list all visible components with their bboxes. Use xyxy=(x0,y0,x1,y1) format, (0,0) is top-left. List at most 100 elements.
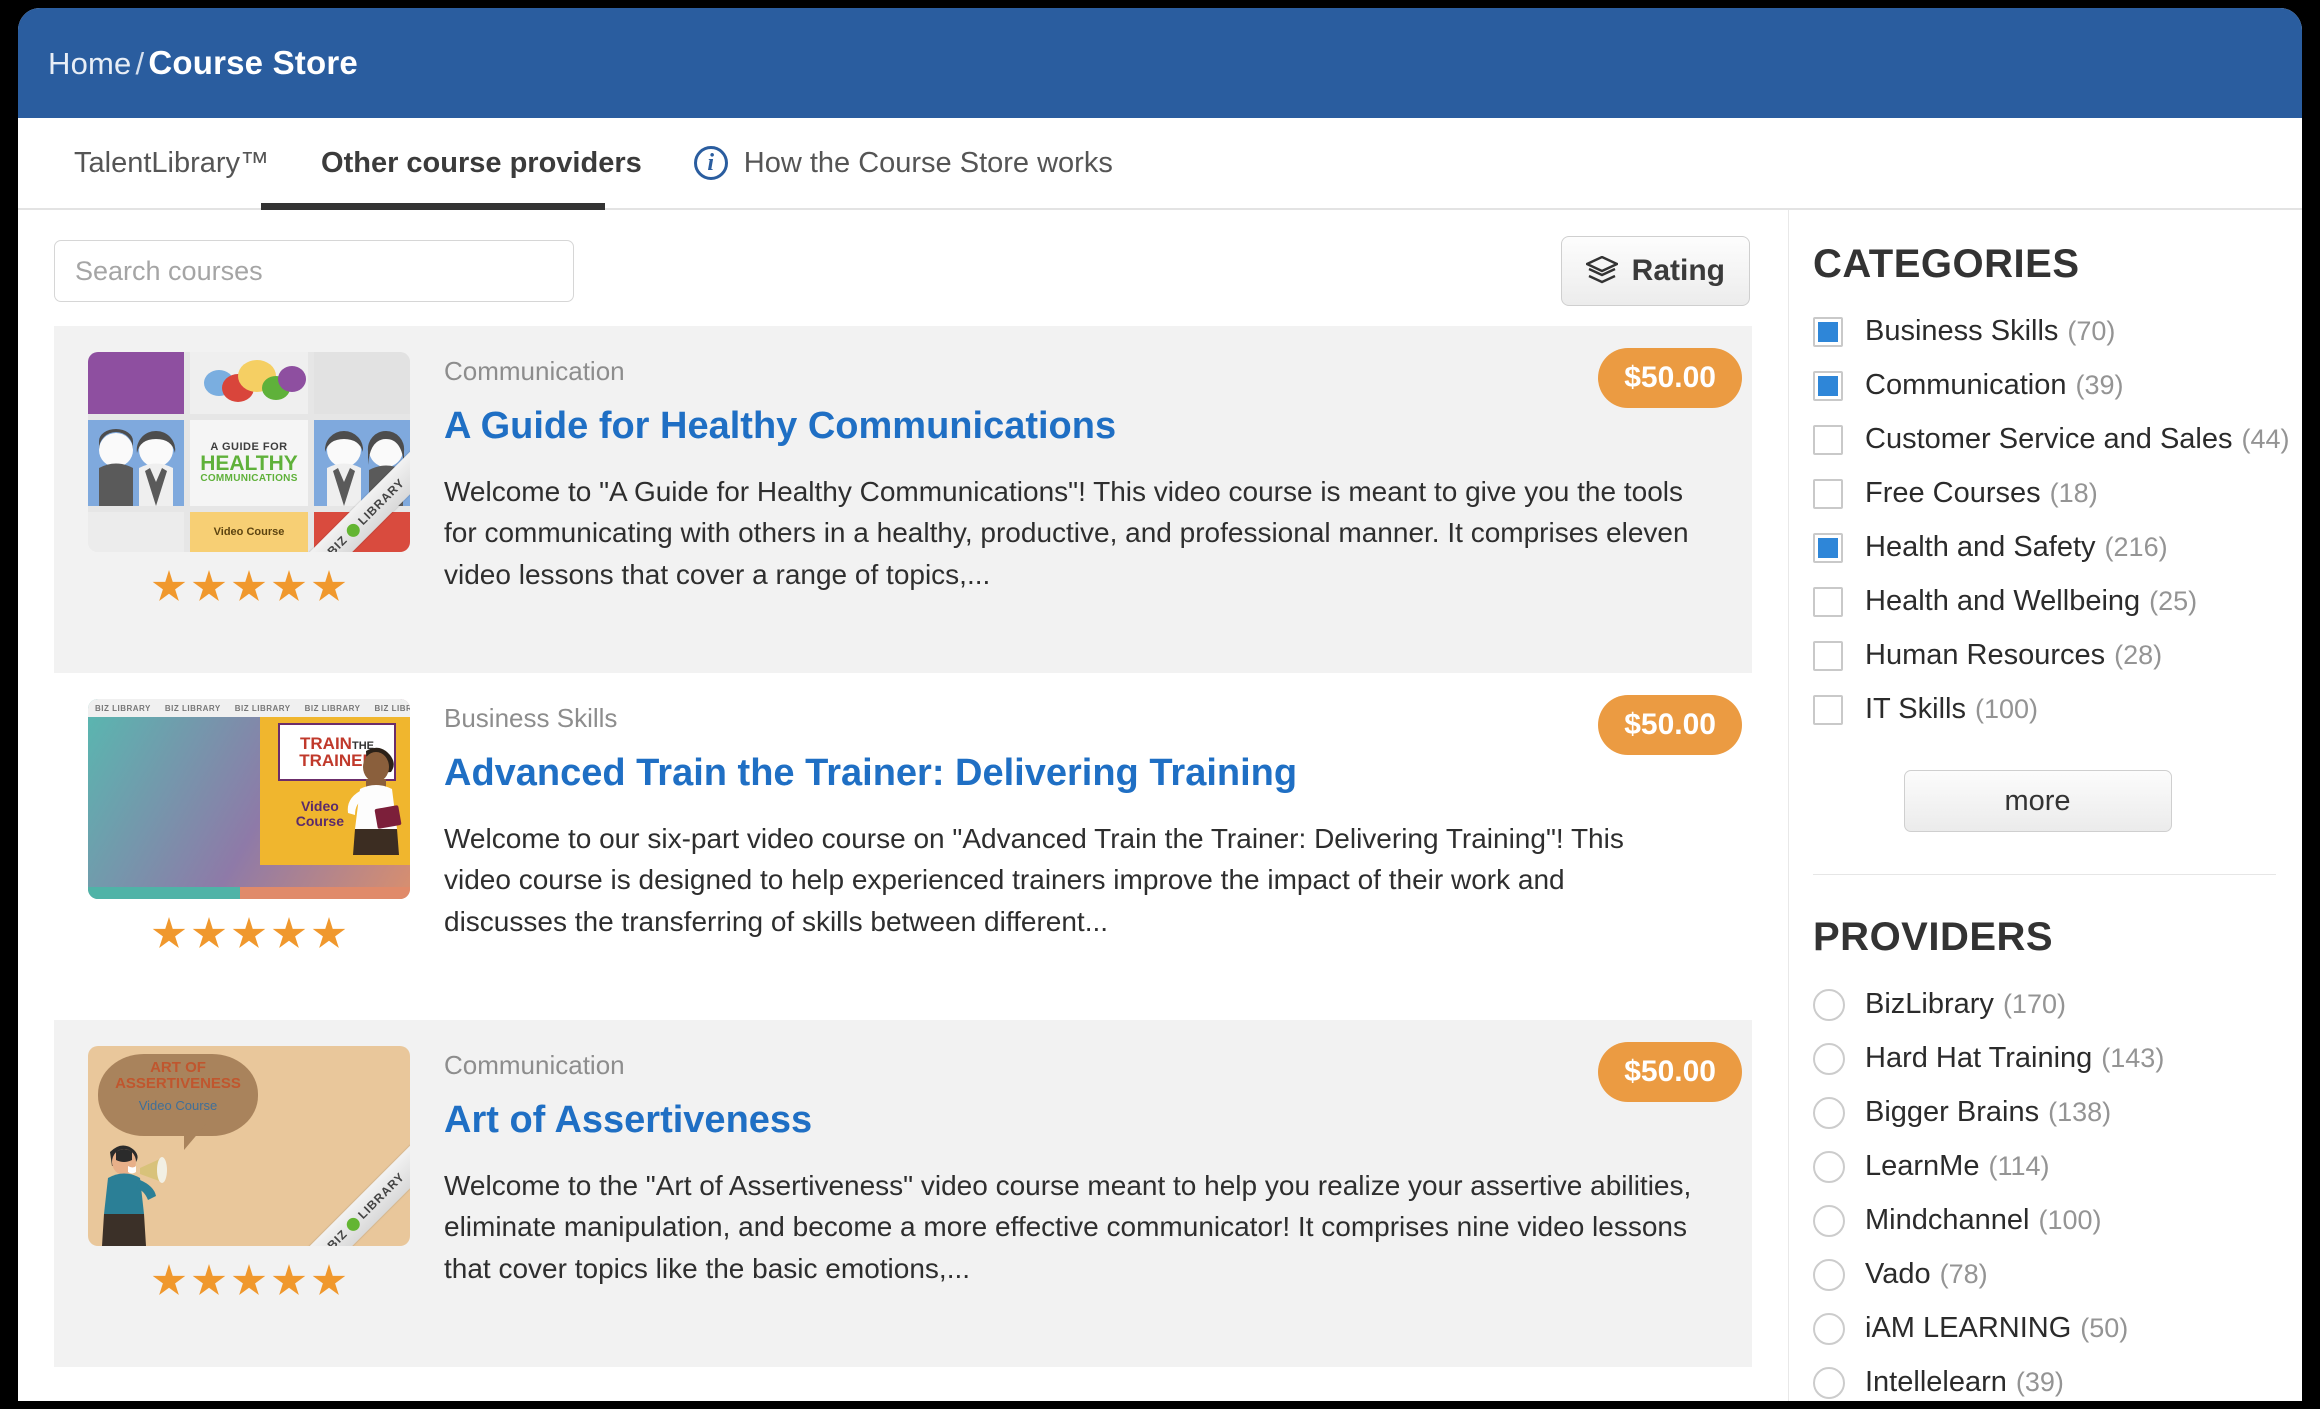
tab-bar: TalentLibrary™ Other course providers i … xyxy=(18,118,2302,210)
course-title-link[interactable]: Advanced Train the Trainer: Delivering T… xyxy=(444,752,1722,796)
radio-icon[interactable] xyxy=(1813,1258,1845,1291)
checkbox-icon[interactable] xyxy=(1813,424,1843,455)
page-header: Home / Course Store xyxy=(18,8,2302,118)
category-label: Business Skills xyxy=(1865,315,2059,347)
course-thumbnail-column: BIZ LIBRARY BIZ LIBRARY BIZ LIBRARY BIZ … xyxy=(54,699,444,990)
sort-rating-button[interactable]: Rating xyxy=(1560,236,1750,306)
checkbox-icon[interactable] xyxy=(1813,586,1843,617)
tab-how-the-course-store-works[interactable]: i How the Course Store works xyxy=(668,117,1139,209)
course-thumbnail-image: A GUIDE FOR HEALTHY COMMUNICATIONS Video… xyxy=(88,352,410,552)
tab-how-it-works-label: How the Course Store works xyxy=(743,146,1113,179)
tab-other-course-providers[interactable]: Other course providers xyxy=(295,117,668,209)
category-count: (25) xyxy=(2149,586,2198,616)
category-count: (70) xyxy=(2067,316,2116,346)
thumb-heading-line2: HEALTHY xyxy=(200,452,298,475)
band-text: BIZ LIBRARY xyxy=(234,703,291,713)
course-title-link[interactable]: A Guide for Healthy Communications xyxy=(444,405,1722,449)
checkbox-icon[interactable] xyxy=(1813,370,1843,401)
provider-item-iam-learning[interactable]: iAM LEARNING (50) xyxy=(1813,1312,2302,1345)
rating-stars xyxy=(149,570,349,604)
course-description: Welcome to "A Guide for Healthy Communic… xyxy=(444,475,1689,590)
course-info: Communication Art of Assertiveness Welco… xyxy=(444,1042,1752,1337)
thumb-heading: ART OF ASSERTIVENESS Video Course xyxy=(102,1060,254,1112)
category-item-health-and-wellbeing[interactable]: Health and Wellbeing (25) xyxy=(1813,585,2302,618)
category-item-it-skills[interactable]: IT Skills (100) xyxy=(1813,693,2302,726)
provider-label: Mindchannel xyxy=(1865,1204,2030,1236)
breadcrumb-home[interactable]: Home xyxy=(48,46,132,81)
breadcrumb-current: Course Store xyxy=(148,44,358,81)
radio-icon[interactable] xyxy=(1813,1204,1845,1237)
more-categories-button[interactable]: more xyxy=(1903,770,2172,832)
people-illustration-icon xyxy=(99,429,176,506)
tab-talentlibrary-label: TalentLibrary™ xyxy=(74,146,270,179)
toolbar: Rating xyxy=(18,210,1788,306)
provider-count: (170) xyxy=(2002,989,2066,1019)
provider-item-bigger-brains[interactable]: Bigger Brains (138) xyxy=(1813,1096,2302,1129)
search-input[interactable] xyxy=(54,240,574,302)
checkbox-icon[interactable] xyxy=(1813,694,1843,725)
radio-icon[interactable] xyxy=(1813,1366,1845,1399)
checkbox-icon[interactable] xyxy=(1813,532,1843,563)
active-tab-underline xyxy=(261,203,605,210)
play-dot-icon xyxy=(343,1215,362,1234)
checkbox-icon[interactable] xyxy=(1813,640,1843,671)
provider-item-bizlibrary[interactable]: BizLibrary (170) xyxy=(1813,988,2302,1021)
category-item-human-resources[interactable]: Human Resources (28) xyxy=(1813,639,2302,672)
provider-item-vado[interactable]: Vado (78) xyxy=(1813,1258,2302,1291)
radio-icon[interactable] xyxy=(1813,1042,1845,1075)
category-count: (100) xyxy=(1974,694,2039,724)
course-title-link[interactable]: Art of Assertiveness xyxy=(444,1099,1722,1143)
course-price-badge: $50.00 xyxy=(1598,348,1742,408)
course-thumbnail-column: A GUIDE FOR HEALTHY COMMUNICATIONS Video… xyxy=(54,352,444,643)
provider-item-learnme[interactable]: LearnMe (114) xyxy=(1813,1150,2302,1183)
provider-label: Vado xyxy=(1865,1258,1931,1290)
category-count: (28) xyxy=(2114,640,2163,670)
provider-item-intellelearn[interactable]: Intellelearn (39) xyxy=(1813,1366,2302,1399)
radio-icon[interactable] xyxy=(1813,1312,1845,1345)
band-text: BIZ LIBRARY xyxy=(374,703,411,713)
radio-icon[interactable] xyxy=(1813,1096,1845,1129)
tab-other-course-providers-label: Other course providers xyxy=(321,146,642,179)
checkbox-icon[interactable] xyxy=(1813,316,1843,347)
radio-icon[interactable] xyxy=(1813,1150,1845,1183)
provider-label: Bigger Brains xyxy=(1865,1096,2040,1128)
thumb-video-course-badge: Video Course xyxy=(213,526,285,538)
tab-talentlibrary[interactable]: TalentLibrary™ xyxy=(48,117,295,209)
category-item-health-and-safety[interactable]: Health and Safety (216) xyxy=(1813,531,2302,564)
provider-count: (39) xyxy=(2015,1367,2064,1397)
category-label: Health and Safety xyxy=(1865,531,2096,563)
course-description: Welcome to our six-part video course on … xyxy=(444,822,1624,937)
category-count: (44) xyxy=(2241,424,2290,454)
layers-icon xyxy=(1585,256,1618,284)
category-count: (216) xyxy=(2104,532,2168,562)
course-info: Communication A Guide for Healthy Commun… xyxy=(444,348,1752,643)
band-text: BIZ LIBRARY xyxy=(95,703,151,713)
provider-item-hard-hat-training[interactable]: Hard Hat Training (143) xyxy=(1813,1042,2302,1075)
category-item-business-skills[interactable]: Business Skills (70) xyxy=(1813,315,2302,348)
course-price-badge: $50.00 xyxy=(1598,1042,1742,1102)
category-label: Health and Wellbeing xyxy=(1865,585,2141,617)
category-item-free-courses[interactable]: Free Courses (18) xyxy=(1813,477,2302,510)
ribbon-prefix: BIZ xyxy=(324,532,351,552)
play-dot-icon xyxy=(343,521,362,540)
checkbox-icon[interactable] xyxy=(1813,478,1843,509)
category-item-communication[interactable]: Communication (39) xyxy=(1813,369,2302,402)
course-thumbnail-image: ART OF ASSERTIVENESS Video Course BIZ LI… xyxy=(88,1046,410,1246)
breadcrumb: Home / Course Store xyxy=(48,44,358,82)
provider-item-mindchannel[interactable]: Mindchannel (100) xyxy=(1813,1204,2302,1237)
breadcrumb-separator: / xyxy=(135,46,145,81)
trainer-illustration-icon xyxy=(347,747,402,855)
course-card[interactable]: ART OF ASSERTIVENESS Video Course BIZ LI… xyxy=(54,1020,1752,1367)
category-item-customer-service-and-sales[interactable]: Customer Service and Sales (44) xyxy=(1813,423,2302,456)
thumb-heading-line1: ART OF xyxy=(150,1059,206,1076)
provider-label: Intellelearn xyxy=(1865,1366,2007,1398)
category-label: Human Resources xyxy=(1865,639,2106,671)
course-list-panel: Rating xyxy=(18,210,1788,1401)
course-category: Communication xyxy=(444,356,625,386)
provider-label: iAM LEARNING xyxy=(1865,1312,2072,1344)
course-card[interactable]: BIZ LIBRARY BIZ LIBRARY BIZ LIBRARY BIZ … xyxy=(54,673,1752,1020)
radio-icon[interactable] xyxy=(1813,988,1845,1021)
provider-count: (100) xyxy=(2038,1205,2102,1235)
course-card[interactable]: A GUIDE FOR HEALTHY COMMUNICATIONS Video… xyxy=(54,326,1752,673)
provider-label: Hard Hat Training xyxy=(1865,1042,2093,1074)
